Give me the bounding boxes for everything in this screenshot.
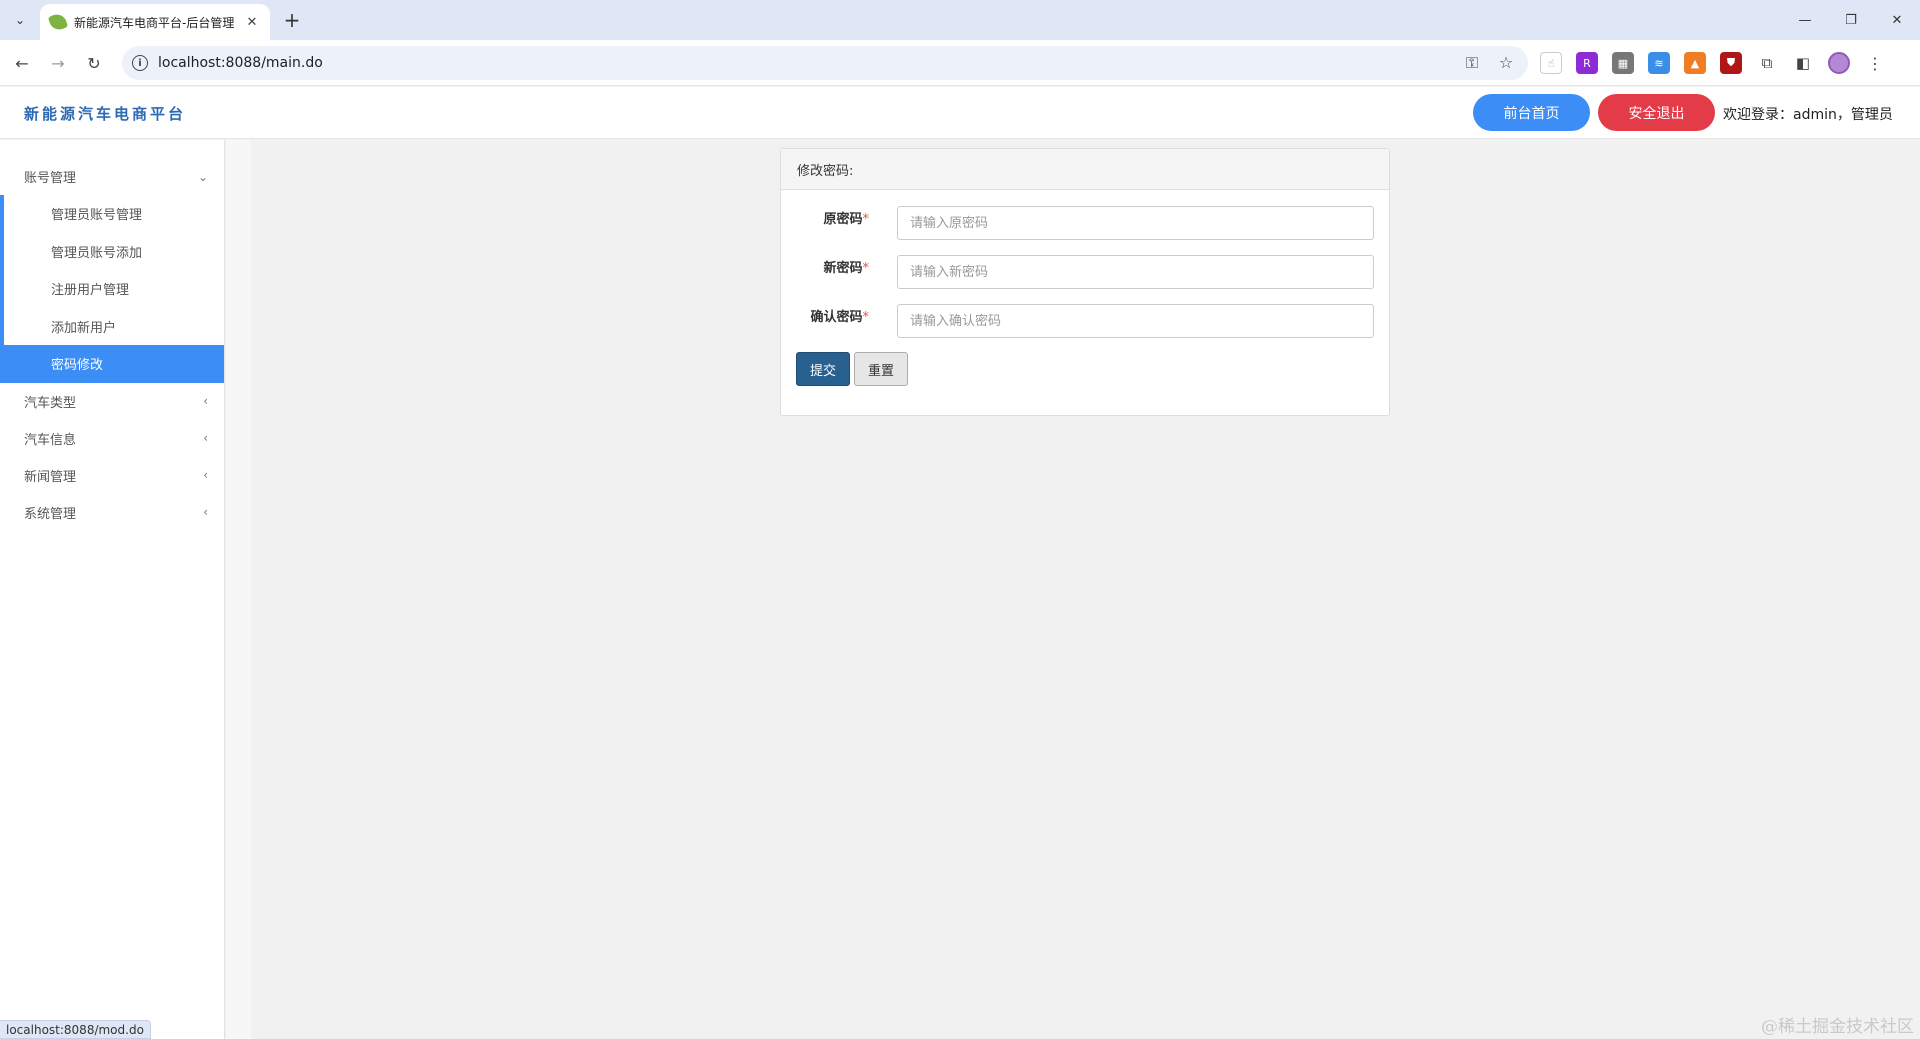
- chevron-left-icon: ‹: [203, 394, 208, 408]
- sidebar-item-add-user[interactable]: 添加新用户: [4, 308, 224, 346]
- close-icon[interactable]: ✕: [244, 15, 260, 30]
- sidebar-group-label: 汽车类型: [24, 395, 77, 411]
- confirm-password-label: 确认密码*: [810, 310, 869, 325]
- sidebar-group-account[interactable]: 账号管理 ⌄: [0, 158, 224, 195]
- new-password-label: 新密码*: [823, 261, 869, 276]
- chevron-left-icon: ‹: [203, 505, 208, 519]
- sidebar: 账号管理 ⌄ 管理员账号管理 管理员账号添加 注册用户管理 添加新用户 密码修改…: [0, 140, 225, 1039]
- sidebar-group-label: 账号管理: [24, 171, 77, 186]
- form-row-new-password: 新密码*: [781, 251, 1389, 289]
- window-close-icon[interactable]: ✕: [1874, 0, 1920, 40]
- old-password-label: 原密码*: [823, 212, 869, 227]
- plus-icon[interactable]: +: [280, 8, 304, 32]
- shield-icon[interactable]: ⛊: [1720, 52, 1742, 74]
- sidebar-group-news[interactable]: 新闻管理 ‹: [0, 457, 224, 494]
- new-password-input[interactable]: [897, 255, 1374, 289]
- sidebar-item-change-password[interactable]: 密码修改: [0, 345, 224, 383]
- key-icon[interactable]: ⚿: [1462, 53, 1482, 73]
- old-password-input[interactable]: [897, 206, 1374, 240]
- extensions-area: ☝ R ▦ ≋ ▲ ⛊ ⧉ ◧ ⋮: [1540, 52, 1886, 74]
- forward-icon[interactable]: →: [46, 51, 70, 75]
- panel-title: 修改密码:: [781, 149, 1389, 190]
- sidebar-group-system[interactable]: 系统管理 ‹: [0, 494, 224, 531]
- browser-tab-strip: ⌄ 新能源汽车电商平台-后台管理 ✕ + — ❐ ✕: [0, 0, 1920, 40]
- sidebar-group-car-info[interactable]: 汽车信息 ‹: [0, 420, 224, 457]
- frontend-home-button[interactable]: 前台首页: [1473, 94, 1590, 131]
- submit-button[interactable]: 提交: [796, 352, 850, 386]
- leaf-favicon-icon: [47, 11, 69, 33]
- reset-button[interactable]: 重置: [854, 352, 908, 386]
- extension-icon[interactable]: R: [1576, 52, 1598, 74]
- info-icon[interactable]: i: [132, 55, 148, 71]
- chevron-left-icon: ‹: [203, 431, 208, 445]
- back-icon[interactable]: ←: [10, 51, 34, 75]
- extension-icon[interactable]: ☝: [1540, 52, 1562, 74]
- status-bar-url: localhost:8088/mod.do: [0, 1020, 151, 1039]
- url-text[interactable]: localhost:8088/main.do: [158, 55, 323, 71]
- sidebar-group-label: 新闻管理: [24, 469, 77, 485]
- sidebar-group-label: 系统管理: [24, 506, 77, 522]
- tab-list-icon[interactable]: ⌄: [8, 8, 32, 32]
- confirm-password-input[interactable]: [897, 304, 1374, 338]
- puzzle-icon[interactable]: ⧉: [1756, 52, 1778, 74]
- sidebar-group-label: 汽车信息: [24, 432, 77, 448]
- form-row-old-password: 原密码*: [781, 202, 1389, 240]
- star-icon[interactable]: ☆: [1496, 53, 1516, 73]
- brand-title: 新能源汽车电商平台: [24, 105, 187, 123]
- tab-title: 新能源汽车电商平台-后台管理: [74, 15, 235, 30]
- extension-icon[interactable]: ≋: [1648, 52, 1670, 74]
- browser-toolbar: ← → ↻ i localhost:8088/main.do ⚿ ☆ ☝ R ▦…: [0, 40, 1920, 86]
- change-password-panel: 修改密码: 原密码* 新密码* 确认密码* 提交 重置: [780, 148, 1390, 416]
- form-row-confirm-password: 确认密码*: [781, 300, 1389, 338]
- sidebar-submenu-account: 管理员账号管理 管理员账号添加 注册用户管理 添加新用户 密码修改: [0, 195, 224, 383]
- welcome-text: 欢迎登录：admin，管理员: [1723, 107, 1893, 123]
- logout-button[interactable]: 安全退出: [1598, 94, 1715, 131]
- sidebar-item-registered-users[interactable]: 注册用户管理: [4, 270, 224, 308]
- content-scroll-gutter: [226, 140, 251, 1039]
- side-panel-icon[interactable]: ◧: [1792, 52, 1814, 74]
- reload-icon[interactable]: ↻: [82, 51, 106, 75]
- app-header: 新能源汽车电商平台 前台首页 安全退出 欢迎登录：admin，管理员: [0, 87, 1920, 139]
- chevron-down-icon: ⌄: [197, 169, 208, 184]
- watermark: @稀土掘金技术社区: [1761, 1017, 1914, 1037]
- sidebar-item-add-admin[interactable]: 管理员账号添加: [4, 233, 224, 271]
- minimize-icon[interactable]: —: [1782, 0, 1828, 40]
- address-bar[interactable]: i localhost:8088/main.do ⚿ ☆: [122, 46, 1528, 80]
- extension-icon[interactable]: ▲: [1684, 52, 1706, 74]
- sidebar-group-car-types[interactable]: 汽车类型 ‹: [0, 383, 224, 420]
- avatar[interactable]: [1828, 52, 1850, 74]
- sidebar-item-admin-accounts[interactable]: 管理员账号管理: [4, 195, 224, 233]
- chevron-left-icon: ‹: [203, 468, 208, 482]
- restore-icon[interactable]: ❐: [1828, 0, 1874, 40]
- browser-tab[interactable]: 新能源汽车电商平台-后台管理 ✕: [40, 4, 270, 40]
- more-icon[interactable]: ⋮: [1864, 52, 1886, 74]
- extension-icon[interactable]: ▦: [1612, 52, 1634, 74]
- window-controls: — ❐ ✕: [1782, 0, 1920, 40]
